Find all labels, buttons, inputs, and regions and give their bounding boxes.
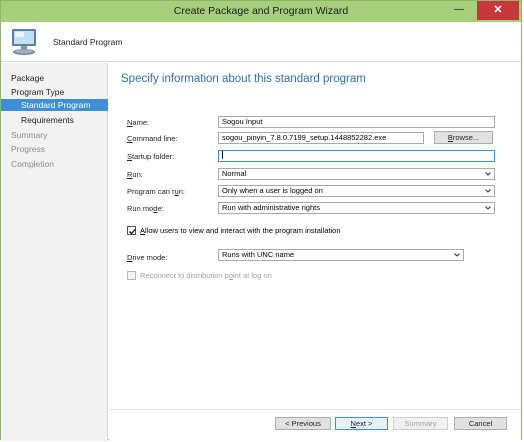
check-icon [129,228,136,235]
nav-item-requirements[interactable]: Requirements [1,114,108,126]
wizard-sidebar: Package Program Type Standard Program Re… [1,63,108,441]
name-input[interactable]: Sogou Input [218,116,495,128]
allow-interact-label: Allow users to view and interact with th… [140,226,341,235]
startup-folder-label: Startup folder: [127,152,175,161]
chevron-down-icon [484,186,492,196]
summary-button: Summary [393,417,448,430]
browse-button[interactable]: Browse... [434,131,493,144]
drive-mode-select-value: Runs with UNC name [222,250,295,259]
minimize-button[interactable]: — [447,1,471,20]
computer-icon [9,26,39,58]
startup-folder-input[interactable] [218,150,495,162]
wizard-header: Standard Program [1,22,521,62]
window-title: Create Package and Program Wizard [173,5,349,17]
run-select-value: Normal [222,169,247,178]
wizard-main: Specify information about this standard … [109,63,521,409]
program-can-run-label: Program can run: [127,187,185,196]
run-select[interactable]: Normal [218,168,495,180]
close-button[interactable]: ✕ [477,1,519,20]
reconnect-label: Reconnect to distribution point at log o… [140,271,272,280]
command-line-label: Command line: [127,134,178,143]
checkbox-checked[interactable] [127,226,136,235]
chevron-down-icon [484,203,492,213]
wizard-window: Create Package and Program Wizard — ✕ St… [0,0,522,441]
command-line-input[interactable]: sogou_pinyin_7.8.0.7199_setup.1448852282… [218,132,424,144]
nav-item-progress: Progress [11,144,46,154]
run-mode-select-value: Run with administrative rights [222,203,320,212]
nav-item-summary: Summary [11,130,48,140]
program-can-run-select[interactable]: Only when a user is logged on [218,185,495,197]
program-can-run-select-value: Only when a user is logged on [222,186,323,195]
run-mode-select[interactable]: Run with administrative rights [218,202,495,214]
text-caret [222,151,223,159]
checkbox-unchecked [127,271,136,280]
drive-mode-select[interactable]: Runs with UNC name [218,249,464,261]
nav-item-standard-program[interactable]: Standard Program [1,99,108,111]
wizard-footer: < Previous Next > Summary Cancel [109,409,521,441]
name-label: Name: [127,118,150,127]
cancel-button[interactable]: Cancel [454,417,507,430]
page-heading: Specify information about this standard … [121,73,366,85]
title-bar: Create Package and Program Wizard — ✕ [1,1,521,22]
nav-item-program-type[interactable]: Program Type [1,86,108,98]
nav-item-package[interactable]: Package [1,72,108,84]
run-label: Run: [127,170,143,179]
run-mode-label: Run mode: [127,204,164,213]
chevron-down-icon [484,169,492,179]
header-title: Standard Program [53,37,123,47]
chevron-down-icon [453,250,461,260]
next-button[interactable]: Next > [335,417,388,430]
nav-item-completion: Completion [11,159,54,169]
drive-mode-label: Drive mode: [127,253,168,262]
previous-button[interactable]: < Previous [275,417,331,430]
